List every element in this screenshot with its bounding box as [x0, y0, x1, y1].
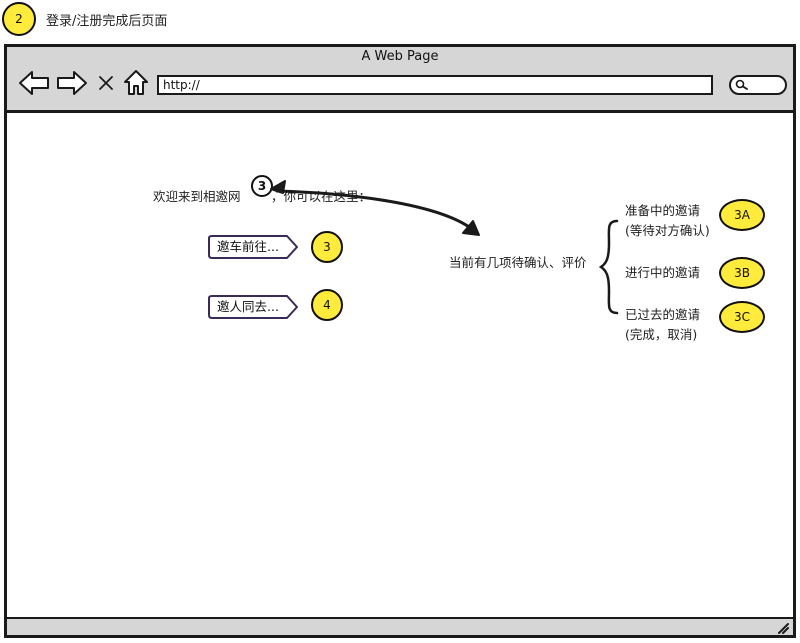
step-badge-number: 2 — [15, 12, 23, 26]
close-icon[interactable] — [95, 71, 117, 95]
invite-past-note: (完成，取消) — [625, 327, 698, 342]
browser-window: A Web Page http:// 欢迎来到相邀网 3 ，你可以在这里： 邀车… — [4, 44, 796, 638]
invite-ongoing-label[interactable]: 进行中的邀请 — [625, 263, 700, 283]
page-content: 欢迎来到相邀网 3 ，你可以在这里： 邀车前往... 3 邀人同去... 4 当… — [7, 113, 793, 617]
invite-car-marker: 3 — [311, 231, 343, 263]
invite-people-marker: 4 — [311, 289, 343, 321]
brace — [599, 219, 619, 315]
invite-past-marker: 3C — [719, 301, 765, 333]
invite-people-button[interactable]: 邀人同去... — [207, 295, 299, 319]
home-icon[interactable] — [121, 67, 151, 97]
invite-preparing-label[interactable]: 准备中的邀请 — [625, 201, 700, 221]
url-text: http:// — [163, 78, 200, 92]
forward-icon[interactable] — [55, 69, 89, 97]
welcome-text: 欢迎来到相邀网 — [153, 189, 241, 204]
invite-people-label: 邀人同去... — [217, 299, 279, 314]
page-annotation-title: 登录/注册完成后页面 — [46, 14, 168, 29]
step-badge: 2 — [2, 2, 36, 36]
resize-grip-icon[interactable] — [775, 620, 789, 634]
invite-car-label: 邀车前往... — [217, 239, 279, 254]
status-bar — [7, 617, 793, 635]
search-input[interactable] — [729, 75, 787, 95]
search-icon — [735, 79, 748, 90]
invite-preparing-note: (等待对方确认) — [625, 223, 710, 238]
browser-chrome: A Web Page http:// — [7, 47, 793, 113]
pending-summary-text: 当前有几项待确认、评价 — [449, 255, 587, 270]
invite-past-label[interactable]: 已过去的邀请 — [625, 305, 700, 325]
window-title: A Web Page — [361, 49, 439, 64]
link-arrow — [270, 180, 480, 236]
url-input[interactable]: http:// — [157, 75, 713, 95]
invite-preparing-marker: 3A — [719, 199, 765, 231]
back-icon[interactable] — [17, 69, 51, 97]
invite-ongoing-marker: 3B — [719, 257, 765, 289]
invite-car-button[interactable]: 邀车前往... — [207, 235, 299, 259]
